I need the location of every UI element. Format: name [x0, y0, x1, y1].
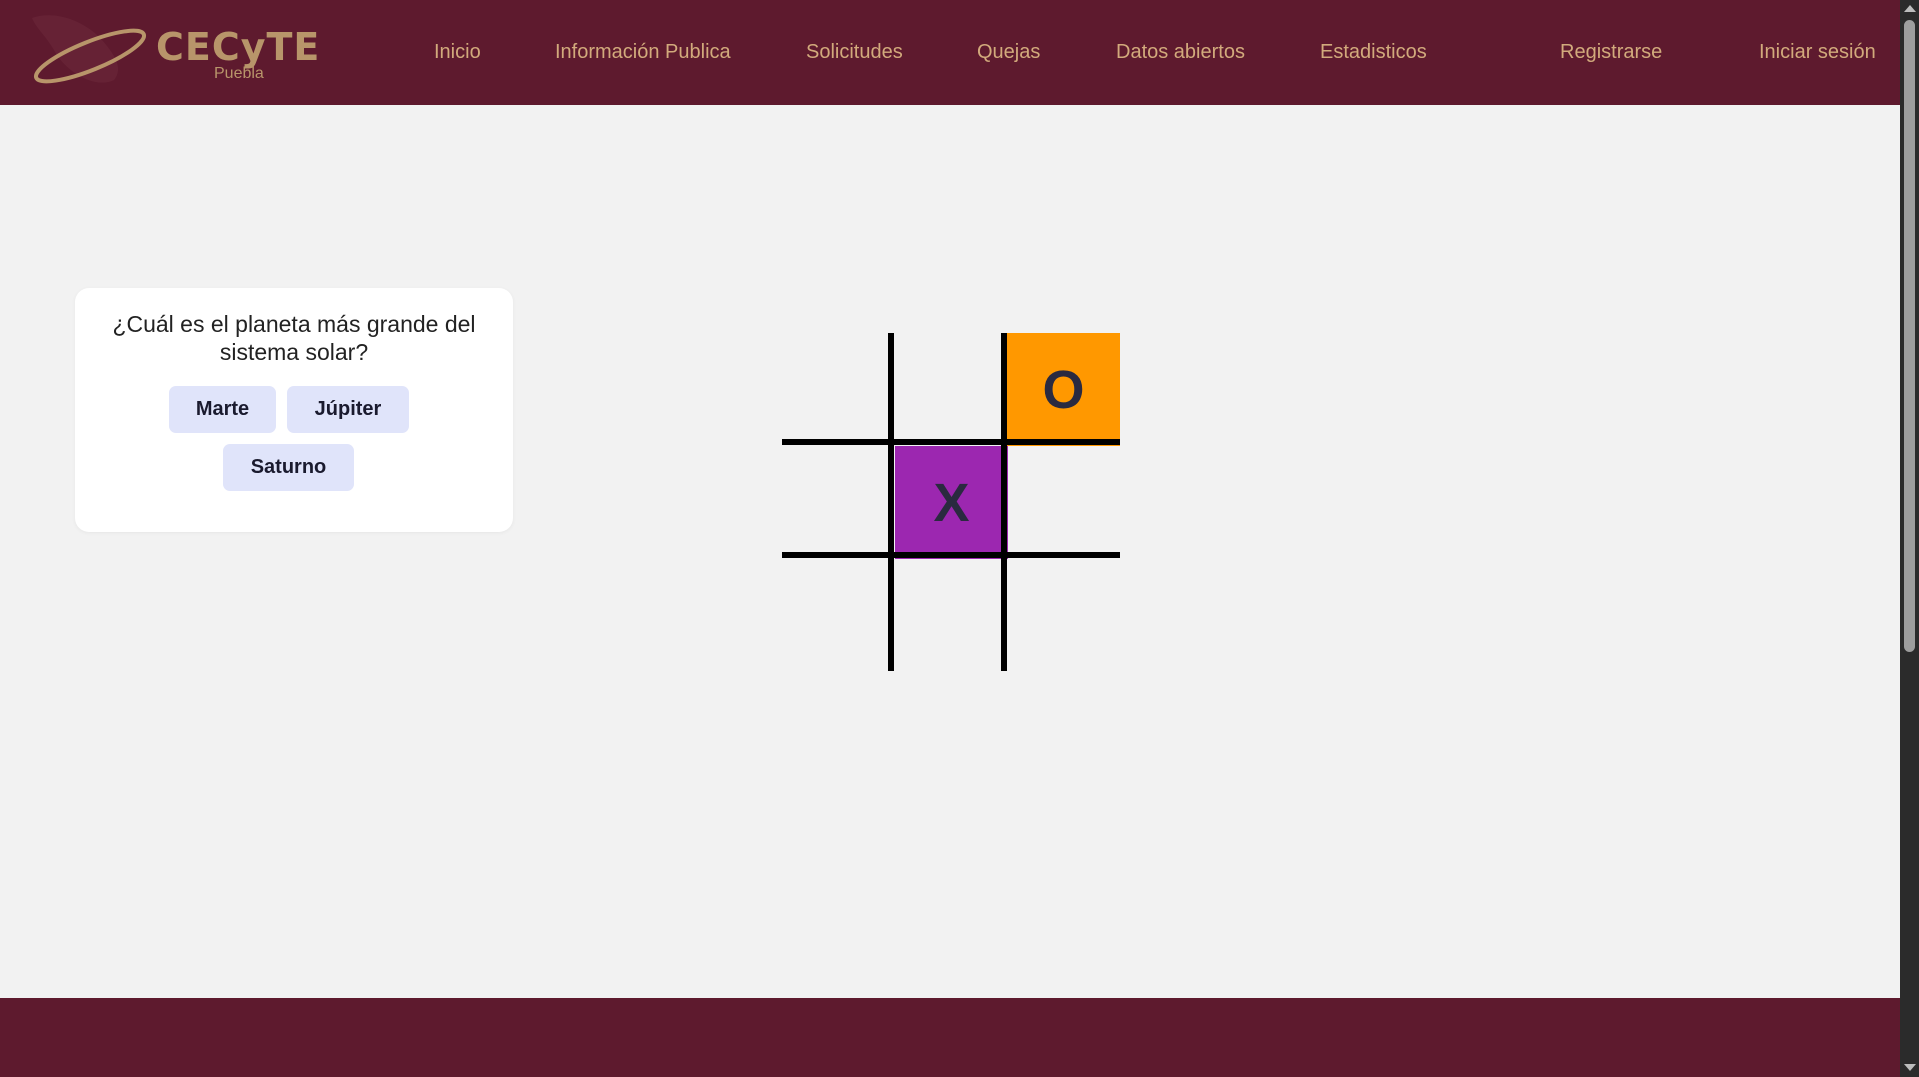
answer-button-marte[interactable]: Marte [169, 386, 276, 433]
scroll-down-arrow-icon[interactable] [1904, 1064, 1916, 1071]
scrollbar-thumb[interactable] [1904, 20, 1915, 652]
logo-wordmark: CECyTE [156, 25, 321, 69]
footer-bar [0, 998, 1900, 1077]
scroll-up-arrow-icon[interactable] [1904, 5, 1916, 12]
nav-estadisticos[interactable]: Estadisticos [1320, 40, 1427, 64]
nav-inicio[interactable]: Inicio [434, 40, 481, 64]
nav-datos-abiertos[interactable]: Datos abiertos [1116, 40, 1245, 64]
answer-button-saturno[interactable]: Saturno [223, 444, 354, 491]
quiz-card: ¿Cuál es el planeta más grande del siste… [75, 288, 513, 532]
tic-tac-toe-board: O X [782, 333, 1120, 671]
orbit-logo-icon [32, 15, 147, 84]
board-cell-9[interactable] [1007, 558, 1120, 671]
nav-solicitudes[interactable]: Solicitudes [806, 40, 903, 64]
logo-subtitle: Puebla [214, 65, 264, 82]
board-cell-6[interactable] [1007, 446, 1120, 559]
board-cell-4[interactable] [782, 446, 895, 559]
board-cell-8[interactable] [895, 558, 1008, 671]
quiz-question: ¿Cuál es el planeta más grande del siste… [112, 311, 476, 365]
board-cell-3[interactable]: O [1007, 333, 1120, 446]
answer-button-jupiter[interactable]: Júpiter [287, 386, 409, 433]
nav-iniciar-sesion[interactable]: Iniciar sesión [1759, 40, 1876, 64]
nav-registrarse[interactable]: Registrarse [1560, 40, 1662, 64]
nav-quejas[interactable]: Quejas [977, 40, 1040, 64]
cecyte-logo[interactable]: CECyTE Puebla [24, 10, 334, 92]
nav-informacion-publica[interactable]: Información Publica [555, 40, 731, 64]
board-cell-2[interactable] [895, 333, 1008, 446]
vertical-scrollbar[interactable] [1900, 0, 1919, 1077]
grid-line-horizontal-1 [782, 439, 1120, 445]
board-cell-7[interactable] [782, 558, 895, 671]
board-cell-5[interactable]: X [895, 446, 1008, 559]
top-navbar: CECyTE Puebla Inicio Información Publica… [0, 0, 1900, 105]
grid-line-vertical-2 [1001, 333, 1007, 671]
page: CECyTE Puebla Inicio Información Publica… [0, 0, 1919, 1077]
board-cell-1[interactable] [782, 333, 895, 446]
grid-line-horizontal-2 [782, 552, 1120, 558]
grid-line-vertical-1 [888, 333, 894, 671]
